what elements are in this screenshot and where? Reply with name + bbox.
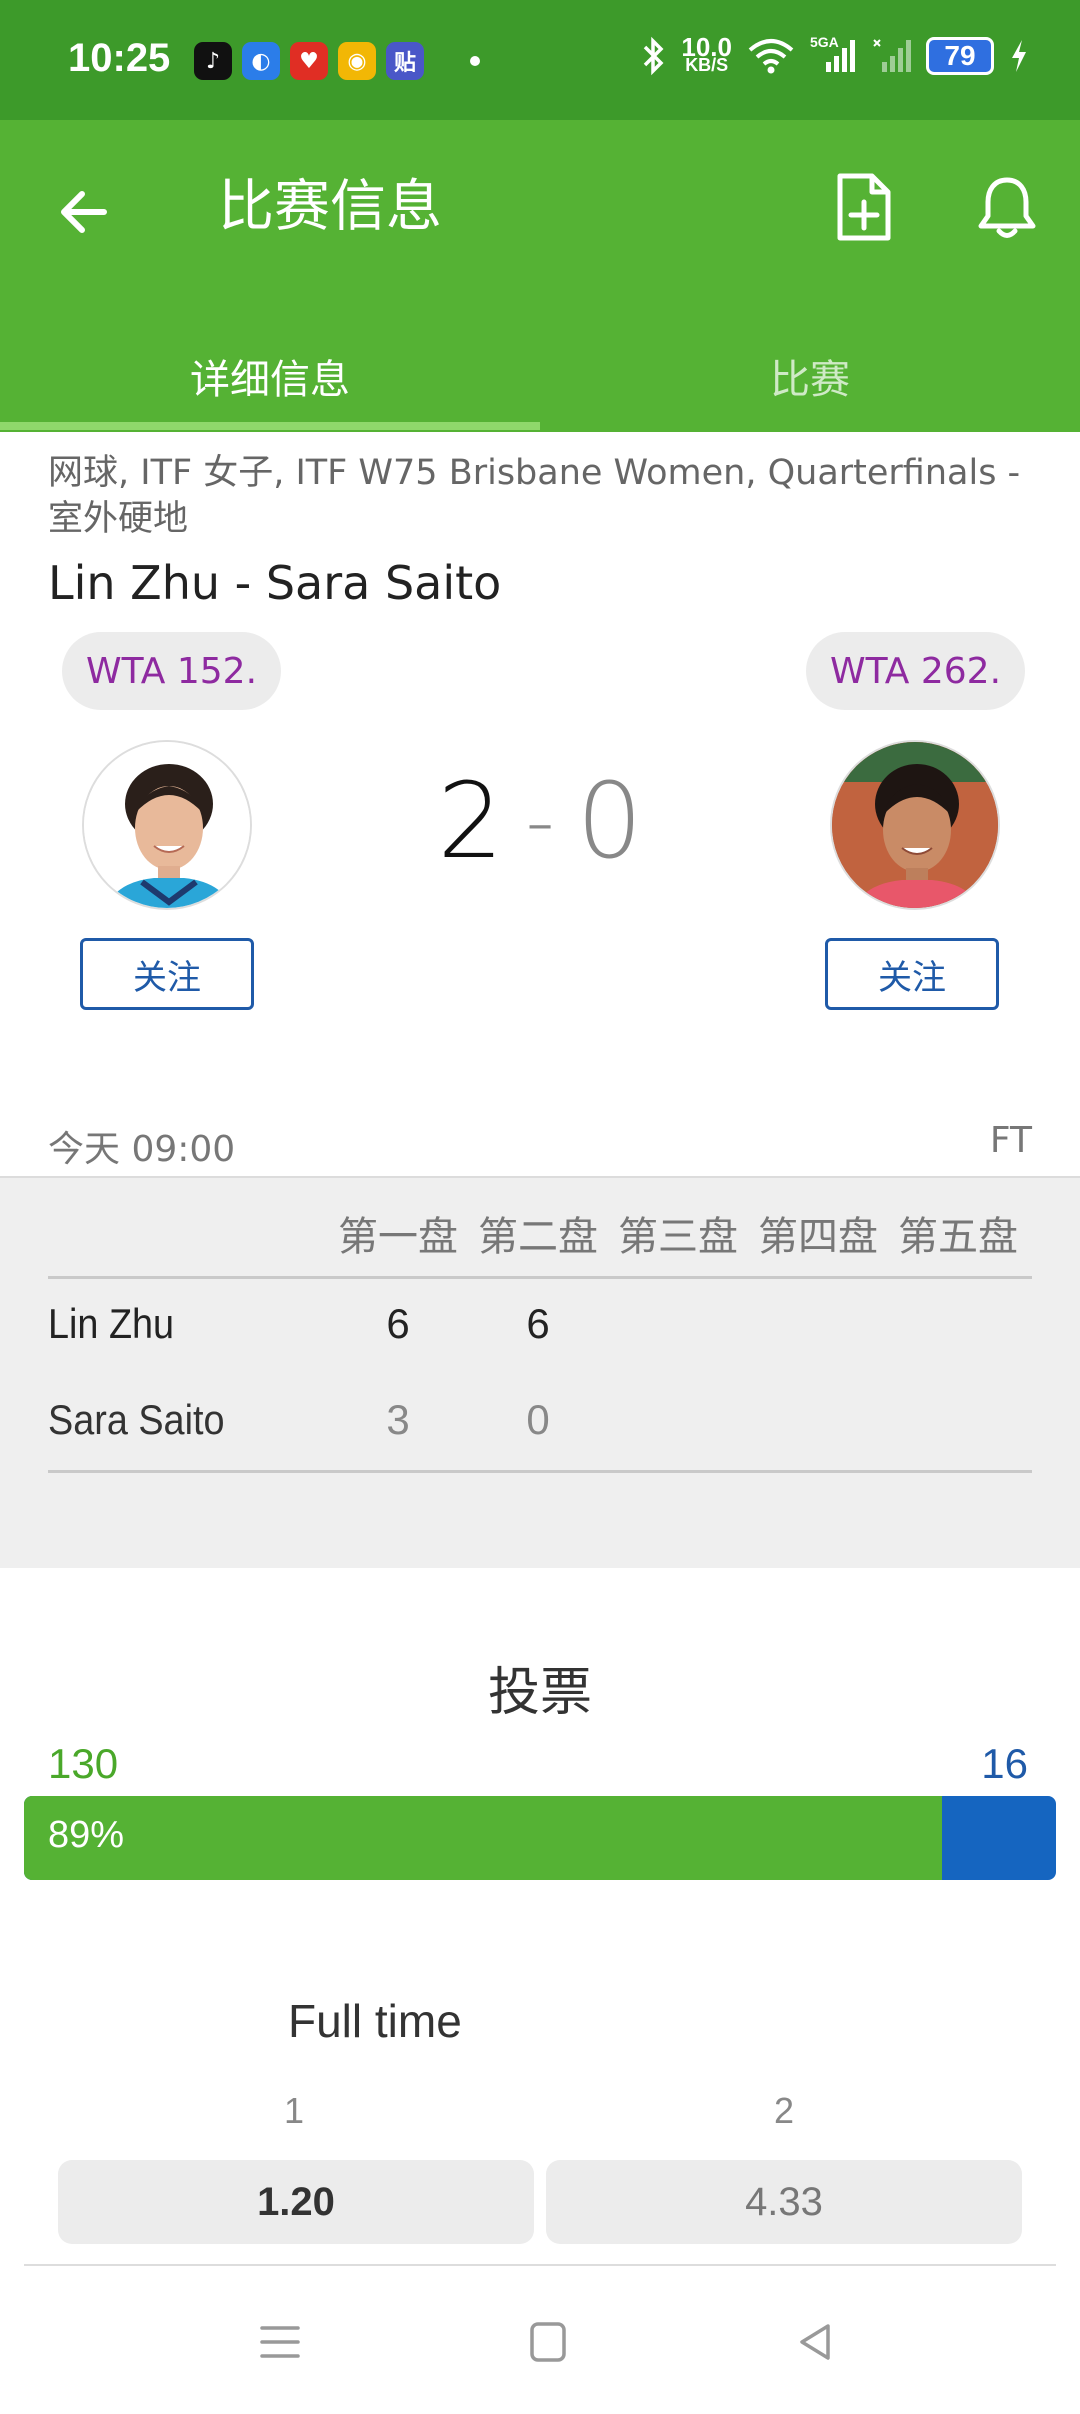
- set-row-home-score-2: 6: [526, 1300, 550, 1347]
- match-start-time: 今天 09:00: [48, 1129, 236, 1170]
- tab-details[interactable]: 详细信息: [0, 320, 540, 432]
- tab-indicator: [0, 422, 540, 430]
- set-header-1: 第一盘: [338, 1214, 458, 1260]
- votes-title: 投票: [487, 1663, 592, 1723]
- odds-divider: [24, 2264, 1056, 2266]
- status-time: 10:25: [68, 36, 171, 80]
- tieba-icon: 贴: [386, 42, 424, 80]
- battery-indicator: 79: [926, 37, 994, 75]
- back-arrow-icon[interactable]: [52, 180, 116, 244]
- home-score: 2: [437, 760, 504, 882]
- set-header-4: 第四盘: [758, 1214, 878, 1260]
- status-indicators: 10.0 KB/S 5GA 79: [641, 32, 1030, 76]
- set-row-away-score-2: 0: [526, 1396, 550, 1443]
- vote-away-count: 16: [981, 1740, 1028, 1787]
- menu-icon[interactable]: [252, 2314, 308, 2370]
- more-notifications-icon: [470, 56, 480, 66]
- sets-divider-bottom: [48, 1470, 1032, 1473]
- match-status: FT: [989, 1120, 1032, 1161]
- sets-table: 第一盘 第二盘 第三盘 第四盘 第五盘 Lin Zhu 6 6 Sara Sai…: [0, 1176, 1080, 1568]
- vote-home-count: 130: [48, 1740, 119, 1787]
- browser-icon: ◐: [242, 42, 280, 80]
- away-player-avatar[interactable]: [830, 740, 1000, 910]
- home-ranking-badge[interactable]: WTA 152.: [62, 632, 282, 710]
- bell-icon[interactable]: [976, 174, 1038, 240]
- odds-away-button[interactable]: 4.33: [546, 2160, 1022, 2244]
- away-score: 0: [576, 760, 643, 882]
- tournament-info: 网球, ITF 女子, ITF W75 Brisbane Women, Quar…: [48, 453, 1021, 539]
- pinduoduo-icon: ♥: [290, 42, 328, 80]
- charging-icon: [1012, 40, 1026, 72]
- cell-signal-secondary-icon: [873, 39, 911, 72]
- match-score: 2 - 0: [430, 760, 650, 882]
- vote-bar-home-fill: [24, 1796, 943, 1880]
- set-header-3: 第三盘: [618, 1214, 738, 1260]
- follow-away-button[interactable]: 关注: [825, 938, 999, 1010]
- status-app-icons: ♪ ◐ ♥ ◉ 贴: [194, 42, 480, 80]
- cell-signal-icon: 5GA: [810, 34, 858, 76]
- set-row-home-name: Lin Zhu: [48, 1300, 175, 1347]
- vote-home-percent: 89%: [48, 1814, 125, 1856]
- odds-label-home: 1: [283, 2090, 305, 2131]
- home-player-avatar[interactable]: [82, 740, 252, 910]
- status-bar: 10:25 ♪ ◐ ♥ ◉ 贴 10.0 KB/S 5GA 79: [0, 0, 1080, 120]
- away-ranking-badge[interactable]: WTA 262.: [806, 632, 1026, 710]
- net-speed: 10.0 KB/S: [681, 32, 732, 75]
- set-row-away-name: Sara Saito: [48, 1396, 225, 1443]
- tab-matches[interactable]: 比赛: [540, 320, 1080, 432]
- system-nav-bar: [0, 2270, 1080, 2414]
- app-bar: 比赛信息 详细信息 比赛: [0, 120, 1080, 432]
- match-title: Lin Zhu - Sara Saito: [48, 556, 502, 610]
- sets-divider-top: [48, 1276, 1032, 1279]
- bluetooth-icon: [644, 36, 664, 76]
- add-document-icon[interactable]: [834, 172, 894, 242]
- follow-home-button[interactable]: 关注: [80, 938, 254, 1010]
- odds-label-away: 2: [773, 2090, 795, 2131]
- set-row-home-score-1: 6: [386, 1300, 410, 1347]
- odds-title: Full time: [288, 1995, 462, 2047]
- set-header-5: 第五盘: [898, 1214, 1018, 1260]
- vote-bar[interactable]: 89%: [24, 1796, 1056, 1880]
- weibo-icon: ◉: [338, 42, 376, 80]
- score-separator: -: [525, 774, 555, 868]
- set-row-away-score-1: 3: [386, 1396, 410, 1443]
- home-square-icon[interactable]: [520, 2314, 576, 2370]
- tiktok-icon: ♪: [194, 42, 232, 80]
- wifi-icon: [748, 39, 794, 74]
- set-header-2: 第二盘: [478, 1214, 598, 1260]
- page-title: 比赛信息: [218, 174, 442, 240]
- odds-home-button[interactable]: 1.20: [58, 2160, 534, 2244]
- back-triangle-icon[interactable]: [788, 2314, 844, 2370]
